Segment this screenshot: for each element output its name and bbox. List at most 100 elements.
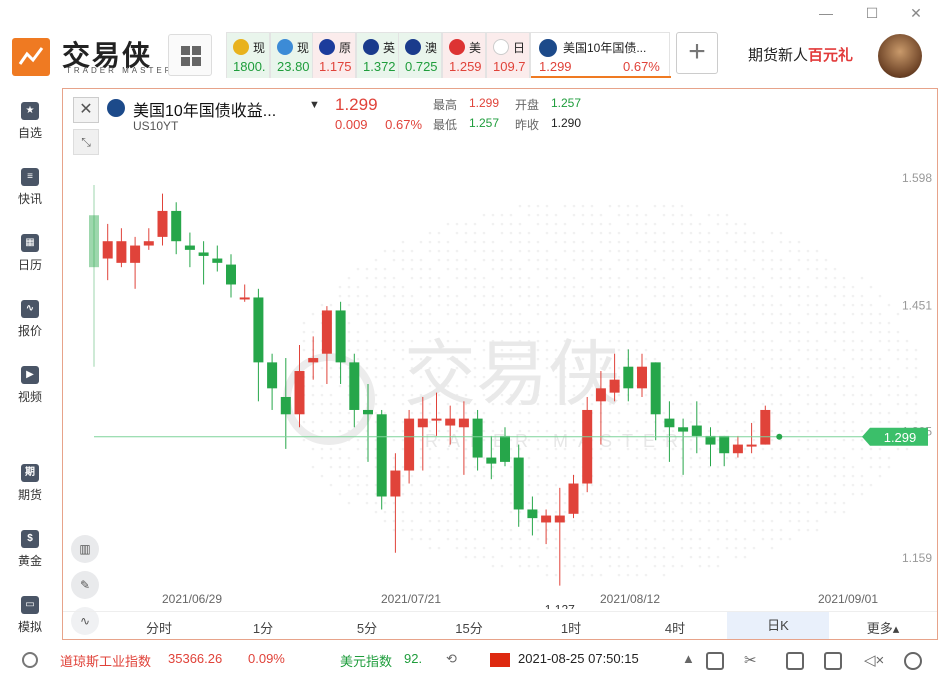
avatar[interactable]	[878, 34, 922, 78]
quote-tab[interactable]: 英 1.372	[356, 32, 400, 78]
quote-tab[interactable]: 现 1800.	[226, 32, 270, 78]
collapse-up-icon[interactable]: ▲	[682, 651, 695, 666]
close-panel-button[interactable]: ✕	[73, 97, 99, 123]
candle	[212, 258, 223, 263]
sidebar-item-label: 期货	[17, 488, 42, 502]
candle	[390, 470, 401, 497]
sidebar-item[interactable]: ≡ 快讯	[6, 162, 54, 214]
chevron-down-icon[interactable]: ▼	[309, 99, 320, 111]
candle	[472, 418, 483, 458]
sidebar: ★ 自选 ≡ 快讯 ▦ 日历 ∿ 报价 ▶ 视频期期货 $ 黄金 ▭ 模拟	[0, 88, 60, 648]
low-label: 最低	[433, 118, 458, 132]
low-annotation: 1.127	[545, 603, 575, 609]
candle	[554, 515, 565, 523]
interval-tab[interactable]: 1分	[233, 618, 293, 637]
candlestick-chart[interactable]: 交易侠TRADER MASTER1.5981.4511.3051.1591.29…	[64, 159, 937, 609]
refresh-icon[interactable]: ⟲	[446, 651, 457, 667]
sidebar-item-label: 报价	[17, 324, 42, 338]
candle	[171, 210, 182, 242]
draw-icon[interactable]: ✎	[71, 571, 99, 599]
layout-grid-button[interactable]	[168, 34, 212, 76]
candle	[568, 483, 579, 514]
x-tick-label: 2021/08/12	[600, 592, 660, 606]
candle	[609, 379, 620, 393]
maximize-button[interactable]: ☐	[862, 3, 882, 23]
index1-name[interactable]: 道琼斯工业指数	[60, 651, 151, 670]
sidebar-item[interactable]: ▦ 日历	[6, 228, 54, 280]
candle	[541, 515, 552, 523]
close-window-button[interactable]: ✕	[906, 3, 926, 23]
last-price-label: 1.299	[884, 430, 917, 445]
camera-icon[interactable]	[824, 652, 842, 670]
candle	[719, 435, 730, 454]
candle	[226, 264, 236, 285]
candle	[500, 435, 510, 462]
sidebar-item[interactable]: ★ 自选	[6, 96, 54, 148]
quote-tab[interactable]: 日 109.7	[486, 32, 530, 78]
candle	[335, 310, 346, 363]
sidebar-item-label: 黄金	[17, 554, 42, 568]
candle	[267, 362, 278, 389]
interval-tab[interactable]: 日K	[727, 612, 829, 639]
sidebar-item[interactable]: $ 黄金	[6, 524, 54, 576]
change-percent: 0.67%	[385, 117, 423, 132]
sidebar-item[interactable]: ▭ 模拟	[6, 590, 54, 642]
tab-name: 现	[253, 41, 266, 55]
tab-price: 1.259	[449, 59, 482, 74]
active-tab-price: 1.299	[539, 59, 572, 74]
last-price-dot	[776, 433, 783, 440]
candle	[404, 418, 415, 471]
quote-tab[interactable]: 澳 0.725	[398, 32, 442, 78]
cn-flag-icon	[490, 653, 510, 667]
tab-active[interactable]: 美国10年国债... 1.299 0.67%	[530, 32, 671, 78]
candle	[458, 418, 469, 428]
candle-type-icon[interactable]: ▥	[71, 535, 99, 563]
sidebar-item[interactable]: ∿ 报价	[6, 294, 54, 346]
quote-tab[interactable]: 原 1.175	[312, 32, 356, 78]
window-icon[interactable]	[706, 652, 724, 670]
symbol-name[interactable]: 美国10年国债收益...	[133, 97, 276, 121]
jp-flag-icon	[493, 39, 509, 55]
mute-icon[interactable]: ◁×	[864, 651, 884, 669]
candle	[349, 362, 360, 410]
collapse-icon[interactable]: ⤡	[73, 129, 99, 155]
tab-name: 现	[297, 41, 310, 55]
interval-tab[interactable]: 1时	[541, 618, 601, 637]
interval-tab[interactable]: 15分	[439, 618, 499, 637]
interval-tab[interactable]: 更多▴	[853, 618, 913, 637]
quote-tab[interactable]: 现 23.80	[270, 32, 314, 78]
active-tab-indicator	[531, 76, 671, 78]
candle	[678, 427, 689, 432]
menu-icon[interactable]	[786, 652, 804, 670]
candle	[445, 418, 456, 426]
tab-price: 1800.	[233, 59, 266, 74]
status-bar: 道琼斯工业指数 35366.26 0.09% 美元指数 92. ⟲ 2021-0…	[0, 648, 940, 674]
candle	[253, 297, 264, 363]
title-bar: — ☐ ✕	[0, 0, 940, 26]
promo-banner[interactable]: 期货新人百元礼	[748, 44, 853, 65]
interval-tab[interactable]: 分时	[129, 618, 189, 637]
candle	[527, 509, 538, 519]
interval-tab[interactable]: 5分	[337, 618, 397, 637]
candle	[363, 409, 373, 415]
settings-icon[interactable]	[904, 652, 922, 670]
quote-tab[interactable]: 美 1.259	[442, 32, 486, 78]
candle	[760, 409, 771, 445]
interval-tab[interactable]: 4时	[645, 618, 705, 637]
symbol-header: ✕ 美国10年国债收益... ▼ US10YT 1.299 0.009 0.67…	[63, 89, 937, 137]
chart-watermark-sub: TRADER MASTER	[404, 431, 688, 451]
sidebar-item[interactable]: 期期货	[6, 458, 54, 510]
minimize-button[interactable]: —	[816, 3, 836, 23]
gold-icon: $	[21, 530, 39, 548]
datetime: 2021-08-25 07:50:15	[518, 651, 639, 666]
add-tab-button[interactable]: +	[676, 32, 718, 74]
index2-name[interactable]: 美元指数	[340, 651, 392, 670]
chart-area[interactable]: 交易侠TRADER MASTER1.5981.4511.3051.1591.29…	[64, 159, 937, 609]
candle	[664, 418, 675, 428]
top-bar: 交易侠 TRADER MASTER 现 1800. 现 23.80 原 1.175 英 1.3…	[0, 26, 940, 86]
sidebar-item[interactable]: ▶ 视频	[6, 360, 54, 412]
candle	[431, 418, 442, 421]
silver-icon	[277, 39, 293, 55]
headset-icon[interactable]	[22, 652, 38, 668]
tools-icon[interactable]: ✂	[744, 651, 757, 669]
